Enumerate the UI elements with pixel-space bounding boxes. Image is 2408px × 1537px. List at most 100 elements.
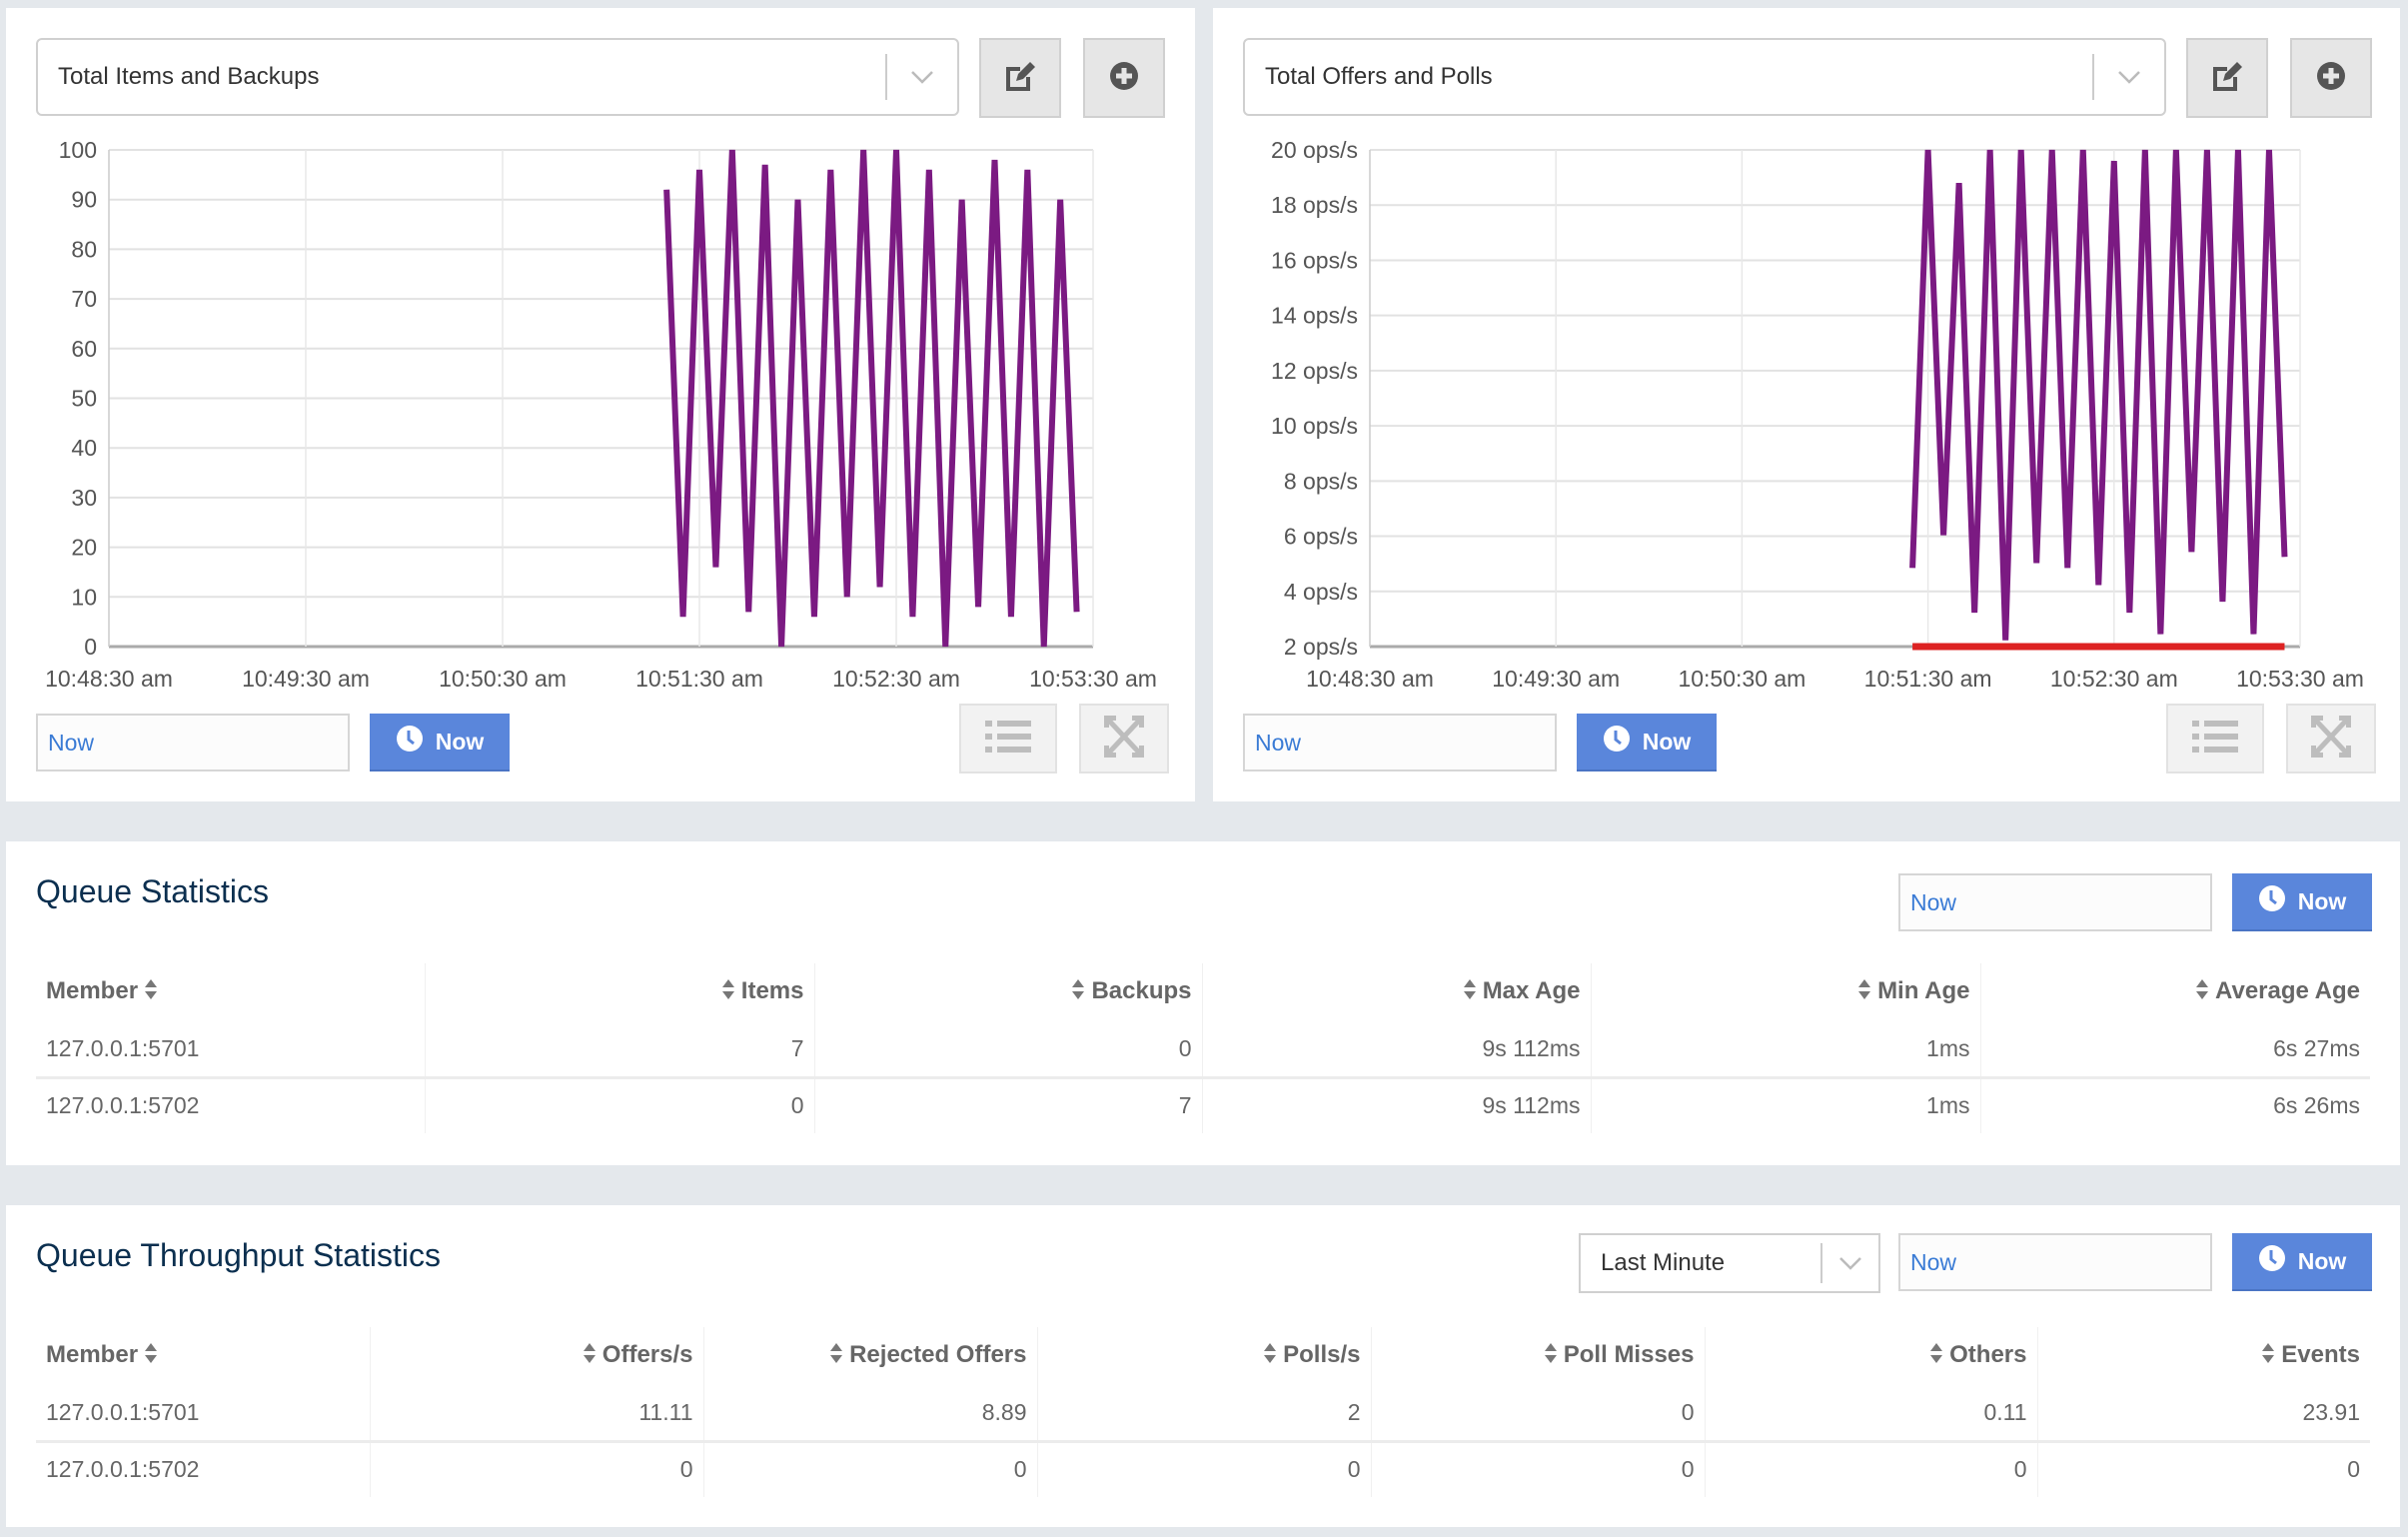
sort-icon xyxy=(1857,978,1871,1007)
cell-items: 7 xyxy=(424,1021,814,1079)
column-header-events[interactable]: Events xyxy=(2036,1327,2370,1385)
cell-min-age: 1ms xyxy=(1590,1077,1980,1133)
y-tick-label: 20 ops/s xyxy=(1271,137,1358,163)
cell-rejected-offers: 0 xyxy=(702,1441,1037,1497)
sort-icon xyxy=(1929,1342,1943,1371)
x-tick-label: 10:53:30 am xyxy=(2236,666,2364,688)
sort-icon xyxy=(829,1342,843,1371)
sort-icon xyxy=(2195,978,2209,1007)
queue-statistics-panel: Queue Statistics Now Now Member Items Ba… xyxy=(6,841,2400,1165)
cell-events: 0 xyxy=(2036,1441,2370,1497)
column-header-backups[interactable]: Backups xyxy=(813,963,1202,1021)
y-tick-label: 8 ops/s xyxy=(1284,468,1358,494)
y-tick-label: 70 xyxy=(71,286,97,312)
table-row: 127.0.0.1:5701 7 0 9s 112ms 1ms 6s 27ms xyxy=(36,1021,2370,1079)
sort-icon xyxy=(1071,978,1085,1007)
now-button-label: Now xyxy=(1642,728,1692,755)
column-label: Items xyxy=(740,977,804,1005)
y-tick-label: 40 xyxy=(71,435,97,461)
sort-icon xyxy=(1544,1342,1558,1371)
time-input[interactable]: Now xyxy=(1898,1233,2212,1291)
interval-select-value: Last Minute xyxy=(1601,1249,1726,1276)
y-tick-label: 2 ops/s xyxy=(1284,634,1358,660)
time-input[interactable]: Now xyxy=(1243,714,1557,771)
cell-poll-misses: 0 xyxy=(1370,1441,1705,1497)
cell-polls: 0 xyxy=(1036,1441,1371,1497)
column-header-member[interactable]: Member xyxy=(36,963,425,1021)
cell-member: 127.0.0.1:5701 xyxy=(36,1021,425,1079)
column-header-polls[interactable]: Polls/s xyxy=(1036,1327,1371,1385)
column-header-items[interactable]: Items xyxy=(424,963,814,1021)
cell-member: 127.0.0.1:5702 xyxy=(46,1092,200,1119)
cell-items: 0 xyxy=(424,1077,814,1133)
sort-icon xyxy=(144,978,158,1007)
cell-others: 0 xyxy=(1704,1441,2037,1497)
y-tick-label: 16 ops/s xyxy=(1271,247,1358,273)
y-tick-label: 4 ops/s xyxy=(1284,579,1358,605)
now-button[interactable]: Now xyxy=(1577,714,1717,771)
y-tick-label: 60 xyxy=(71,336,97,362)
now-button[interactable]: Now xyxy=(2232,1233,2372,1291)
cell-events: 23.91 xyxy=(2036,1385,2370,1443)
x-tick-label: 10:48:30 am xyxy=(45,666,173,688)
y-tick-label: 0 xyxy=(84,634,97,660)
cell-max-age: 9s 112ms xyxy=(1201,1021,1591,1079)
fullscreen-button[interactable] xyxy=(2286,704,2376,773)
table-row: 127.0.0.1:5702 0 0 0 0 0 0 xyxy=(36,1441,2370,1497)
y-tick-label: 90 xyxy=(71,187,97,213)
now-button[interactable]: Now xyxy=(370,714,510,771)
y-tick-label: 10 ops/s xyxy=(1271,413,1358,439)
y-tick-label: 30 xyxy=(71,485,97,511)
column-label: Member xyxy=(46,1341,139,1369)
clock-icon xyxy=(396,725,424,759)
time-input[interactable]: Now xyxy=(1898,873,2212,931)
y-tick-label: 6 ops/s xyxy=(1284,524,1358,550)
fullscreen-button[interactable] xyxy=(1079,704,1169,773)
x-tick-label: 10:52:30 am xyxy=(2050,666,2178,688)
clock-icon xyxy=(1603,725,1631,759)
cell-offers: 11.11 xyxy=(369,1385,703,1443)
column-label: Average Age xyxy=(2215,977,2360,1005)
column-header-average-age[interactable]: Average Age xyxy=(1979,963,2370,1021)
column-label: Offers/s xyxy=(602,1341,693,1369)
x-tick-label: 10:50:30 am xyxy=(439,666,567,688)
column-header-rejected-offers[interactable]: Rejected Offers xyxy=(702,1327,1037,1385)
table-row: 127.0.0.1:5701 11.11 8.89 2 0 0.11 23.91 xyxy=(36,1385,2370,1443)
cell-max-age: 9s 112ms xyxy=(1201,1077,1591,1133)
x-tick-label: 10:53:30 am xyxy=(1029,666,1157,688)
time-input-value: Now xyxy=(1910,888,1957,915)
column-header-member[interactable]: Member xyxy=(36,1327,370,1385)
sort-icon xyxy=(2261,1342,2275,1371)
table-row: 127.0.0.1:5702 0 7 9s 112ms 1ms 6s 26ms xyxy=(36,1077,2370,1133)
clock-icon xyxy=(2258,884,2286,918)
cell-others: 0.11 xyxy=(1704,1385,2037,1443)
cell-min-age: 1ms xyxy=(1590,1021,1980,1079)
x-tick-label: 10:50:30 am xyxy=(1678,666,1806,688)
now-button[interactable]: Now xyxy=(2232,873,2372,931)
cell-offers: 0 xyxy=(369,1441,703,1497)
column-header-others[interactable]: Others xyxy=(1704,1327,2037,1385)
column-header-offers[interactable]: Offers/s xyxy=(369,1327,703,1385)
interval-select[interactable]: Last Minute xyxy=(1579,1233,1880,1293)
time-input[interactable]: Now xyxy=(36,714,350,771)
cell-poll-misses: 0 xyxy=(1370,1385,1705,1443)
now-button-label: Now xyxy=(435,728,485,755)
list-view-button[interactable] xyxy=(2166,704,2264,773)
chart-offers-polls: 2 ops/s 4 ops/s 6 ops/s 8 ops/s 10 ops/s 12 o… xyxy=(1271,137,2364,688)
queue-throughput-panel: Queue Throughput Statistics Last Minute … xyxy=(6,1205,2400,1527)
expand-icon xyxy=(1104,715,1144,763)
cell-rejected-offers: 8.89 xyxy=(702,1385,1037,1443)
chart-panel-offers-polls: Total Offers and Polls 2 ops/s 4 ops/s 6 o… xyxy=(1213,8,2400,801)
column-header-poll-misses[interactable]: Poll Misses xyxy=(1370,1327,1705,1385)
column-header-min-age[interactable]: Min Age xyxy=(1590,963,1980,1021)
column-header-max-age[interactable]: Max Age xyxy=(1201,963,1591,1021)
time-input-value: Now xyxy=(1910,1248,1957,1275)
column-label: Member xyxy=(46,977,139,1005)
column-label: Rejected Offers xyxy=(849,1341,1027,1369)
sort-icon xyxy=(583,1342,597,1371)
y-tick-label: 10 xyxy=(71,584,97,610)
list-view-button[interactable] xyxy=(959,704,1057,773)
table-header-row: Member Offers/s Rejected Offers Polls/s … xyxy=(36,1327,2370,1385)
series-line xyxy=(1909,149,2288,641)
cell-average-age: 6s 26ms xyxy=(1979,1077,2370,1133)
